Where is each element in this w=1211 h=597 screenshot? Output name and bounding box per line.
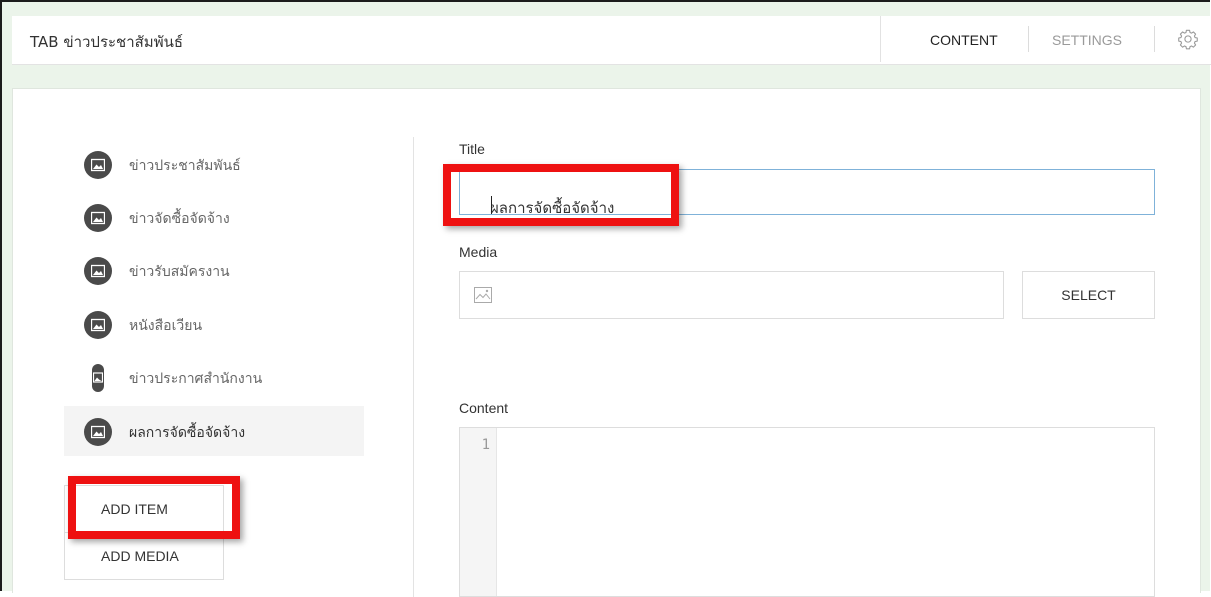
tab-content[interactable]: CONTENT — [930, 32, 998, 48]
top-bar: TAB ข่าวประชาสัมพันธ์ CONTENT SETTINGS — [12, 16, 1211, 65]
tab-settings[interactable]: SETTINGS — [1052, 32, 1122, 48]
content-label: Content — [459, 400, 509, 416]
line-number: 1 — [481, 437, 490, 453]
title-label: Title — [459, 141, 485, 157]
image-icon — [84, 257, 112, 285]
sidebar-item[interactable]: ข่าวจัดซื้อจัดจ้าง — [64, 192, 364, 242]
sidebar-item-active[interactable]: ผลการจัดซื้อจัดจ้าง — [64, 406, 364, 456]
sidebar-item-label: ผลการจัดซื้อจัดจ้าง — [129, 425, 246, 441]
tab-title-field[interactable]: TAB ข่าวประชาสัมพันธ์ — [12, 16, 881, 62]
image-icon — [84, 151, 112, 179]
tab-title: TAB ข่าวประชาสัมพันธ์ — [30, 33, 183, 51]
sidebar-item-label: ข่าวรับสมัครงาน — [129, 264, 230, 280]
select-media-button[interactable]: SELECT — [1022, 271, 1155, 319]
sidebar-item-label: ข่าวประชาสัมพันธ์ — [129, 158, 241, 174]
tab-divider — [1028, 26, 1029, 52]
image-icon — [92, 364, 104, 392]
column-divider — [413, 137, 414, 597]
sidebar-item[interactable]: ข่าวรับสมัครงาน — [64, 245, 364, 295]
content-editor[interactable]: 1 — [459, 427, 1155, 597]
image-icon — [84, 311, 112, 339]
media-input[interactable] — [459, 271, 1004, 319]
image-icon — [84, 204, 112, 232]
sidebar-item[interactable]: ข่าวประกาศสำนักงาน — [64, 352, 364, 402]
tab-divider — [1154, 26, 1155, 52]
gear-icon[interactable] — [1177, 28, 1199, 50]
sidebar-item-label: ข่าวจัดซื้อจัดจ้าง — [129, 211, 230, 227]
image-placeholder-icon — [474, 287, 492, 303]
sidebar-item-label: ข่าวประกาศสำนักงาน — [129, 371, 263, 387]
highlight-box-title — [443, 164, 679, 226]
line-number-gutter: 1 — [460, 428, 497, 596]
image-icon — [84, 418, 112, 446]
sidebar-item[interactable]: หนังสือเวียน — [64, 299, 364, 349]
add-media-button[interactable]: ADD MEDIA — [65, 533, 223, 579]
sidebar-item-label: หนังสือเวียน — [129, 318, 203, 334]
highlight-box-add-item — [68, 476, 240, 539]
sidebar-item[interactable]: ข่าวประชาสัมพันธ์ — [64, 139, 364, 189]
media-label: Media — [459, 244, 498, 260]
app-frame: TAB ข่าวประชาสัมพันธ์ CONTENT SETTINGS ข… — [0, 0, 1211, 597]
